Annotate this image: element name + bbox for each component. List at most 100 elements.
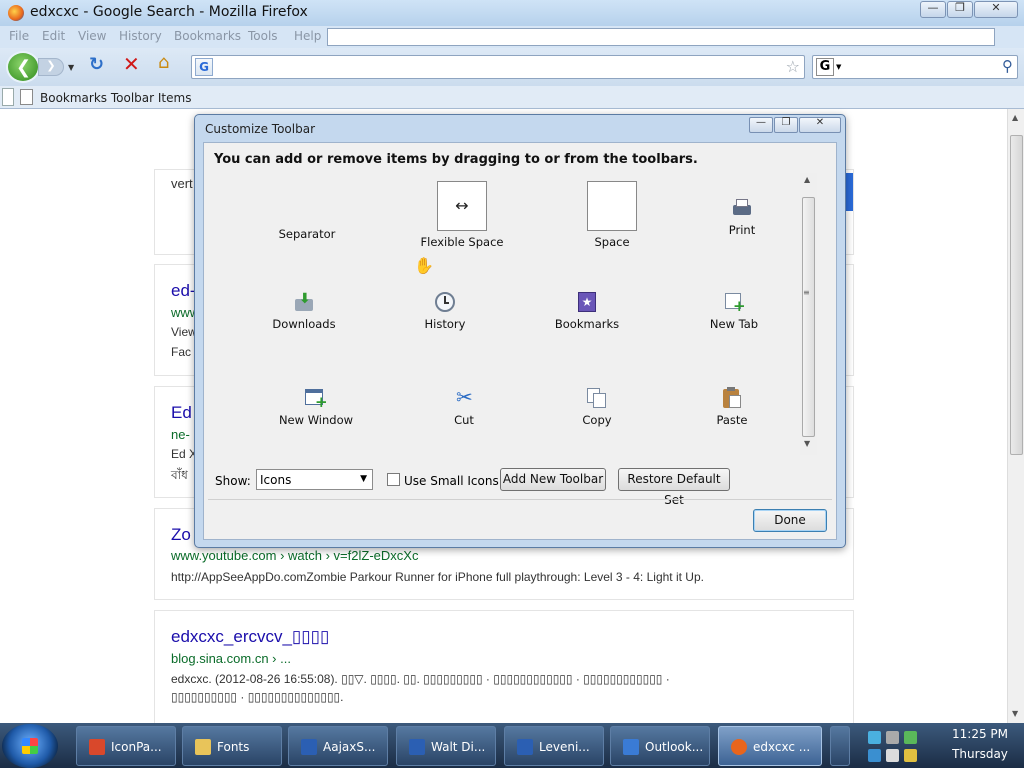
chevron-down-icon: ▼ xyxy=(360,474,367,484)
palette-scrollbar[interactable]: ▲ ≡ ▼ xyxy=(800,173,817,455)
word-icon xyxy=(517,739,533,755)
palette-item-separator[interactable]: Separator xyxy=(252,201,362,241)
taskbar-item-label: Walt Di... xyxy=(431,740,486,754)
history-icon xyxy=(434,291,456,313)
url-bar[interactable]: G ☆ xyxy=(191,55,805,79)
use-small-icons-label[interactable]: Use Small Icons xyxy=(404,474,499,488)
tray-app-icon[interactable] xyxy=(904,731,917,744)
tray-network-icon[interactable] xyxy=(868,731,881,744)
maximize-button[interactable]: ❐ xyxy=(947,1,973,18)
result-title[interactable]: Zo xyxy=(171,525,191,545)
clock-time[interactable]: 11:25 PM xyxy=(950,727,1010,741)
search-engine-dropdown-icon[interactable]: ▼ xyxy=(836,63,841,71)
taskbar-item[interactable]: Fonts xyxy=(182,726,282,766)
hand-cursor-icon: ✋ xyxy=(414,256,434,275)
clock-day[interactable]: Thursday xyxy=(950,747,1010,761)
use-small-icons-checkbox[interactable] xyxy=(387,473,400,486)
menu-bookmarks[interactable]: Bookmarks xyxy=(174,29,241,43)
palette-item-history[interactable]: History xyxy=(405,291,485,331)
result-url[interactable]: www.youtube.com › watch › v=f2lZ-eDxcXc xyxy=(171,548,418,563)
palette-item-cut[interactable]: ✂ Cut xyxy=(434,385,494,427)
palette-item-label: New Tab xyxy=(709,317,759,331)
taskbar-item[interactable]: Outlook... xyxy=(610,726,710,766)
scroll-down-icon[interactable]: ▼ xyxy=(1012,709,1018,718)
cut-icon: ✂ xyxy=(456,385,473,409)
taskbar-item[interactable]: Walt Di... xyxy=(396,726,496,766)
restore-default-set-button[interactable]: Restore Default Set xyxy=(618,468,730,507)
search-bar[interactable]: G ▼ ⚲ xyxy=(812,55,1018,79)
result-title[interactable]: Ed xyxy=(171,403,192,423)
menubar: File Edit View History Bookmarks Tools H… xyxy=(0,26,1024,48)
palette-item-print[interactable]: Print xyxy=(702,197,782,237)
stop-icon[interactable]: ✕ xyxy=(123,52,143,76)
add-new-toolbar-button[interactable]: Add New Toolbar xyxy=(500,468,606,491)
menubar-flexible-area xyxy=(327,28,995,46)
dialog-body: You can add or remove items by dragging … xyxy=(203,142,837,540)
menu-tools[interactable]: Tools xyxy=(248,29,278,43)
result-url[interactable]: blog.sina.com.cn › ... xyxy=(171,651,291,666)
menu-edit[interactable]: Edit xyxy=(42,29,65,43)
search-magnifier-icon[interactable]: ⚲ xyxy=(1002,57,1013,75)
menu-file[interactable]: File xyxy=(9,29,29,43)
taskbar-item[interactable]: AajaxS... xyxy=(288,726,388,766)
menu-help[interactable]: Help xyxy=(294,29,321,43)
forward-button[interactable]: ❯ xyxy=(38,58,64,76)
result-title[interactable]: edxcxc_ercvcv_▯▯▯▯ xyxy=(171,627,329,647)
scroll-up-icon[interactable]: ▲ xyxy=(804,175,810,184)
taskbar-item[interactable]: Leveni... xyxy=(504,726,604,766)
menu-view[interactable]: View xyxy=(78,29,106,43)
palette-item-new-window[interactable]: + New Window xyxy=(274,387,358,427)
dialog-minimize-button[interactable]: — xyxy=(749,117,773,133)
taskbar-overflow-button[interactable] xyxy=(830,726,850,766)
copy-icon xyxy=(586,387,608,409)
minimize-icon: — xyxy=(927,1,939,14)
scroll-up-icon[interactable]: ▲ xyxy=(1012,113,1018,122)
system-tray: 11:25 PM Thursday xyxy=(862,723,1024,768)
palette-item-new-tab[interactable]: + New Tab xyxy=(694,291,774,331)
home-icon[interactable]: ⌂ xyxy=(158,52,180,74)
palette-item-space[interactable]: Space xyxy=(562,181,662,249)
palette-item-label: Downloads xyxy=(272,317,336,331)
result-url[interactable]: ne- xyxy=(171,427,190,442)
page-scrollbar[interactable]: ▲ ▼ xyxy=(1007,109,1024,723)
result-desc: ▯▯▯▯▯▯▯▯▯▯ · ▯▯▯▯▯▯▯▯▯▯▯▯▯▯. xyxy=(171,690,344,704)
minimize-button[interactable]: — xyxy=(920,1,946,18)
bookmark-star-icon[interactable]: ☆ xyxy=(786,57,800,76)
minimize-icon: — xyxy=(756,117,766,128)
start-button[interactable] xyxy=(2,724,58,768)
history-dropdown-icon[interactable]: ▼ xyxy=(68,63,74,72)
show-mode-select[interactable]: Icons ▼ xyxy=(256,469,373,490)
word-icon xyxy=(301,739,317,755)
partial-text: vert xyxy=(171,176,193,191)
tray-volume-icon[interactable] xyxy=(886,749,899,762)
tray-display-icon[interactable] xyxy=(868,749,881,762)
search-engine-icon[interactable]: G xyxy=(816,58,834,76)
taskbar-item[interactable]: IconPa... xyxy=(76,726,176,766)
tray-security-icon[interactable] xyxy=(904,749,917,762)
done-button[interactable]: Done xyxy=(753,509,827,532)
taskbar-item-active[interactable]: edxcxc ... xyxy=(718,726,822,766)
palette-item-copy[interactable]: Copy xyxy=(567,387,627,427)
scroll-down-icon[interactable]: ▼ xyxy=(804,439,810,448)
palette-item-flexible-space[interactable]: ↔ Flexible Space xyxy=(402,181,522,249)
palette-item-bookmarks[interactable]: ★ Bookmarks xyxy=(547,291,627,331)
back-button[interactable]: ❮ xyxy=(6,51,40,83)
reload-icon[interactable]: ↻ xyxy=(89,54,109,75)
dialog-maximize-button[interactable]: ❐ xyxy=(774,117,798,133)
tray-device-icon[interactable] xyxy=(886,731,899,744)
palette-item-label: Bookmarks xyxy=(554,317,620,331)
palette-scrollbar-thumb[interactable] xyxy=(802,197,815,437)
result-title[interactable]: ed- xyxy=(171,281,196,301)
close-window-button[interactable]: ✕ xyxy=(974,1,1018,18)
scrollbar-thumb[interactable] xyxy=(1010,135,1023,455)
palette-item-paste[interactable]: Paste xyxy=(702,387,762,427)
palette-item-downloads[interactable]: ⬇ Downloads xyxy=(264,291,344,331)
site-identity-icon[interactable]: G xyxy=(195,58,213,76)
search-result: edxcxc_ercvcv_▯▯▯▯ blog.sina.com.cn › ..… xyxy=(154,610,854,723)
dialog-close-button[interactable]: ✕ xyxy=(799,117,841,133)
menu-history[interactable]: History xyxy=(119,29,162,43)
bookmarks-toolbar: Bookmarks Toolbar Items xyxy=(0,86,1024,109)
downloads-icon: ⬇ xyxy=(293,291,315,313)
toolbar-item-placeholder xyxy=(2,88,14,106)
palette-item-label: Print xyxy=(728,223,756,237)
